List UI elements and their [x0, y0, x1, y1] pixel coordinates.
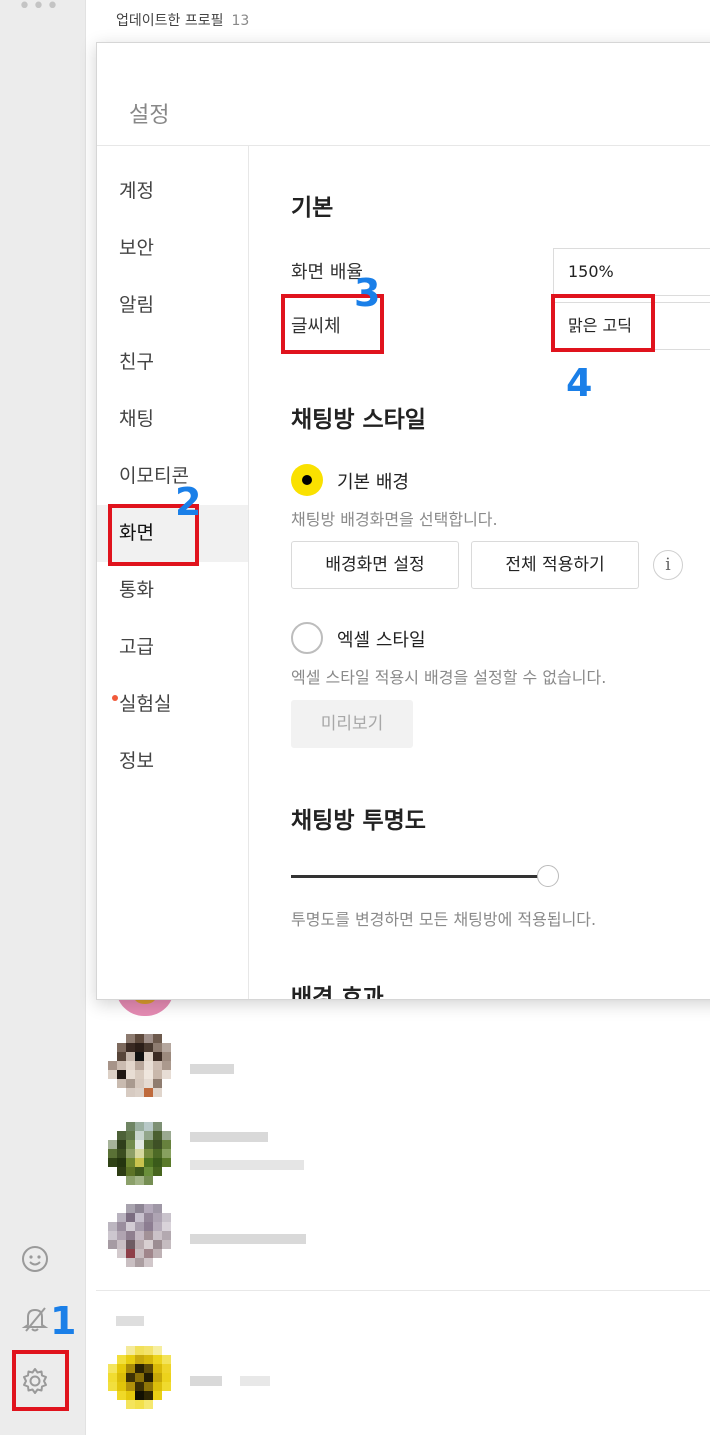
annotation-number: 2	[175, 480, 202, 524]
menu-item-emoticons[interactable]: 이모티콘	[97, 448, 248, 505]
section-heading-bg-effect: 배경 효과	[291, 985, 384, 1000]
default-bg-desc: 채팅방 배경화면을 선택합니다.	[291, 510, 498, 529]
section-heading-chat-style: 채팅방 스타일	[291, 407, 426, 433]
annotation-box-settings	[12, 1350, 69, 1411]
menu-item-friends[interactable]: 친구	[97, 334, 248, 391]
zoom-label: 화면 배율	[291, 262, 363, 283]
menu-item-account[interactable]: 계정	[97, 163, 248, 220]
transparency-desc: 투명도를 변경하면 모든 채팅방에 적용됩니다.	[291, 910, 597, 929]
annotation-box-font-select	[551, 294, 655, 352]
default-bg-label: 기본 배경	[337, 472, 409, 493]
section-heading-transparency: 채팅방 투명도	[291, 808, 426, 834]
menu-item-info[interactable]: 정보	[97, 733, 248, 790]
transparency-slider-track[interactable]	[291, 875, 547, 878]
avatar	[108, 1034, 180, 1106]
apply-all-button[interactable]: 전체 적용하기	[471, 541, 639, 589]
more-icon[interactable]: •••	[18, 0, 60, 19]
avatar	[108, 1122, 180, 1194]
menu-item-security[interactable]: 보안	[97, 220, 248, 277]
set-background-button[interactable]: 배경화면 설정	[291, 541, 459, 589]
section-label	[116, 1316, 144, 1326]
left-rail: •••	[0, 0, 86, 1435]
notification-off-icon[interactable]	[18, 1302, 52, 1336]
menu-item-label: 실험실	[119, 693, 172, 715]
avatar	[108, 1204, 180, 1276]
menu-item-labs[interactable]: 실험실	[97, 676, 248, 733]
preview-button[interactable]: 미리보기	[291, 700, 413, 748]
new-badge-dot	[112, 695, 118, 701]
annotation-number: 4	[566, 361, 593, 405]
menu-item-calls[interactable]: 통화	[97, 562, 248, 619]
header-label: 업데이트한 프로필	[116, 13, 224, 29]
dialog-title: 설정	[129, 103, 170, 128]
emoticon-icon[interactable]	[18, 1242, 52, 1276]
excel-style-label: 엑셀 스타일	[337, 630, 426, 651]
header-count: 13	[231, 13, 250, 29]
settings-menu: 계정 보안 알림 친구 채팅 이모티콘 화면 통화 고급 실험실 정보	[97, 146, 249, 999]
avatar	[108, 1346, 180, 1418]
menu-item-advanced[interactable]: 고급	[97, 619, 248, 676]
default-bg-radio[interactable]	[291, 464, 323, 496]
menu-item-chat[interactable]: 채팅	[97, 391, 248, 448]
excel-style-desc: 엑셀 스타일 적용시 배경을 설정할 수 없습니다.	[291, 668, 607, 687]
section-heading-basic: 기본	[291, 195, 334, 221]
zoom-select[interactable]: 150%	[553, 248, 710, 296]
transparency-slider-thumb[interactable]	[537, 865, 559, 887]
updated-profiles-header[interactable]: 업데이트한 프로필 13	[116, 10, 249, 30]
menu-item-notifications[interactable]: 알림	[97, 277, 248, 334]
info-icon[interactable]: i	[653, 550, 683, 580]
divider	[96, 1290, 710, 1291]
excel-style-radio[interactable]	[291, 622, 323, 654]
annotation-number: 3	[354, 271, 381, 315]
annotation-number: 1	[50, 1299, 77, 1343]
